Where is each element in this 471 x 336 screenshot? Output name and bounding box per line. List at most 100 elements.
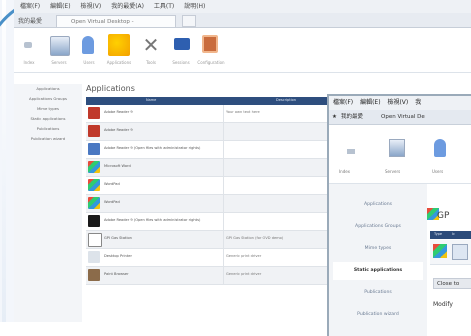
windows-logo-icon — [88, 161, 100, 173]
admin-toolbar: Index Servers Users — [329, 125, 471, 184]
table-row[interactable]: Paint Browser Generic print driver — [86, 267, 348, 285]
sidebar-item-static-applications[interactable]: Static applications — [16, 114, 80, 124]
toolbar-label: Sessions — [172, 60, 190, 65]
column-header-type[interactable]: Type — [434, 232, 442, 236]
server-icon[interactable] — [389, 139, 405, 157]
menu-view[interactable]: 檢視(V) — [387, 99, 408, 106]
table-row[interactable]: Adobe Reader 9 (Open files with administ… — [86, 141, 348, 159]
sessions-icon[interactable] — [174, 38, 190, 50]
table-row[interactable]: WordPad — [86, 177, 348, 195]
sidebar-item-mime-types[interactable]: Mime types — [333, 240, 423, 258]
menu-file[interactable]: 檔案(F) — [333, 99, 353, 106]
admin-toolbar: ✕ Index Servers Users Applications Tools… — [14, 28, 471, 73]
app-description: Generic print driver — [226, 254, 262, 258]
toolbar-label: Servers — [51, 60, 67, 65]
printer-icon — [88, 251, 100, 263]
browser-tab[interactable]: Open Virtual Desktop - administration — [56, 15, 176, 37]
gas-station-icon — [88, 233, 102, 247]
windows-logo-icon — [88, 197, 100, 209]
table-header: Type Ic — [430, 231, 471, 239]
page-title: Applications — [86, 84, 135, 93]
table-row[interactable]: Microsoft Word — [86, 159, 348, 177]
server-icon[interactable] — [50, 36, 70, 56]
sidebar-item-applications[interactable]: Applications — [333, 196, 423, 214]
admin-sidebar: Applications Applications Groups Mime ty… — [329, 184, 427, 336]
menu-edit[interactable]: 編輯(E) — [50, 3, 70, 10]
menu-bar: 檔案(F) 編輯(E) 檢視(V) 我 — [329, 96, 471, 110]
paint-icon — [88, 269, 100, 281]
menu-favorites[interactable]: 我的最愛(A) — [111, 3, 144, 10]
tab-row: ★ 我的最愛 Open Virtual De — [329, 110, 471, 125]
home-icon[interactable] — [24, 42, 32, 48]
app-name: Microsoft Word — [104, 164, 131, 168]
toolbar-label: Configuration — [197, 60, 225, 65]
table-row[interactable]: Adobe Reader 9 Your own text here — [86, 105, 348, 123]
menu-bar: 檔案(F) 編輯(E) 檢視(V) 我的最愛(A) 工具(T) 說明(H) — [14, 0, 471, 13]
window-icon — [88, 143, 100, 155]
table-row[interactable]: Adobe Reader 9 — [86, 123, 348, 141]
close-to-button[interactable]: Close to — [433, 278, 471, 289]
table-row[interactable]: GPI Gas Station GPI Gas Station (for OVD… — [86, 231, 348, 249]
left-window-edge — [0, 0, 15, 322]
sidebar-item-applications-groups[interactable]: Applications Groups — [16, 94, 80, 104]
favorites-link[interactable]: 我的最愛 — [341, 110, 363, 124]
sidebar-item-mime-types[interactable]: Mime types — [16, 104, 80, 114]
table-row[interactable] — [430, 240, 471, 265]
sidebar-item-publications[interactable]: Publications — [333, 284, 423, 302]
sidebar-item-applications-groups[interactable]: Applications Groups — [333, 218, 423, 236]
table-row[interactable]: WordPad — [86, 195, 348, 213]
sidebar-item-publication-wizard[interactable]: Publication wizard — [16, 134, 80, 144]
toolbar-label: Applications — [106, 60, 132, 65]
menu-tools[interactable]: 工具(T) — [154, 3, 174, 10]
sidebar-item-publication-wizard[interactable]: Publication wizard — [333, 306, 423, 324]
app-name: WordPad — [104, 182, 120, 186]
app-icon — [452, 244, 468, 260]
menu-edit[interactable]: 編輯(E) — [360, 99, 380, 106]
app-name: GPI Gas Station — [104, 236, 132, 240]
toolbar-label: Users — [83, 60, 95, 65]
app-name: WordPad — [104, 200, 120, 204]
windows-logo-icon — [88, 179, 100, 191]
sidebar-item-applications[interactable]: Applications — [16, 84, 80, 94]
column-header-description[interactable]: Description — [276, 98, 296, 102]
toolbar-label: Index — [23, 60, 35, 65]
toolbar-label: Tools — [146, 60, 156, 65]
app-name: Paint Browser — [104, 272, 129, 276]
admin-sidebar: Applications Applications Groups Mime ty… — [14, 84, 82, 322]
applications-icon[interactable] — [108, 34, 130, 56]
app-name: Adobe Reader 9 (Open files with administ… — [104, 218, 201, 222]
table-header: Name Description — [86, 97, 348, 105]
column-header-icon[interactable]: Ic — [452, 232, 455, 236]
browser-tab[interactable]: Open Virtual De — [381, 110, 425, 124]
menu-help[interactable]: 說明(H) — [184, 3, 205, 10]
terminal-icon — [88, 215, 100, 227]
app-description: Generic print driver — [226, 272, 262, 276]
configuration-icon[interactable] — [202, 35, 218, 53]
favorites-link[interactable]: 我的最愛 — [18, 16, 42, 25]
app-name: Adobe Reader 9 — [104, 128, 133, 132]
front-browser-window: 檔案(F) 編輯(E) 檢視(V) 我 ★ 我的最愛 Open Virtual … — [327, 94, 471, 336]
app-title: GP — [437, 211, 450, 221]
toolbar-label: Servers — [385, 169, 401, 174]
menu-favorites[interactable]: 我 — [415, 99, 421, 106]
users-icon[interactable] — [82, 36, 94, 54]
adobe-reader-icon — [88, 107, 100, 119]
home-icon[interactable] — [347, 149, 355, 154]
sidebar-item-publications[interactable]: Publications — [16, 124, 80, 134]
windows-logo-icon — [433, 244, 447, 258]
app-name: Desktop Printer — [104, 254, 132, 258]
tools-icon[interactable]: ✕ — [142, 35, 160, 55]
table-row[interactable]: Desktop Printer Generic print driver — [86, 249, 348, 267]
star-icon[interactable]: ★ — [332, 110, 337, 124]
table-row[interactable]: Adobe Reader 9 (Open files with administ… — [86, 213, 348, 231]
users-icon[interactable] — [434, 139, 446, 157]
sidebar-item-static-applications[interactable]: Static applications — [333, 262, 424, 280]
toolbar-label: Users — [432, 169, 444, 174]
column-header-name[interactable]: Name — [146, 98, 156, 102]
modify-label: Modify — [433, 301, 453, 308]
tab-row: 我的最愛 Open Virtual Desktop - administrati… — [14, 13, 471, 37]
toolbar-label: Index — [339, 169, 351, 174]
menu-file[interactable]: 檔案(F) — [20, 3, 40, 10]
menu-view[interactable]: 檢視(V) — [80, 3, 101, 10]
new-tab-button[interactable] — [182, 15, 196, 27]
